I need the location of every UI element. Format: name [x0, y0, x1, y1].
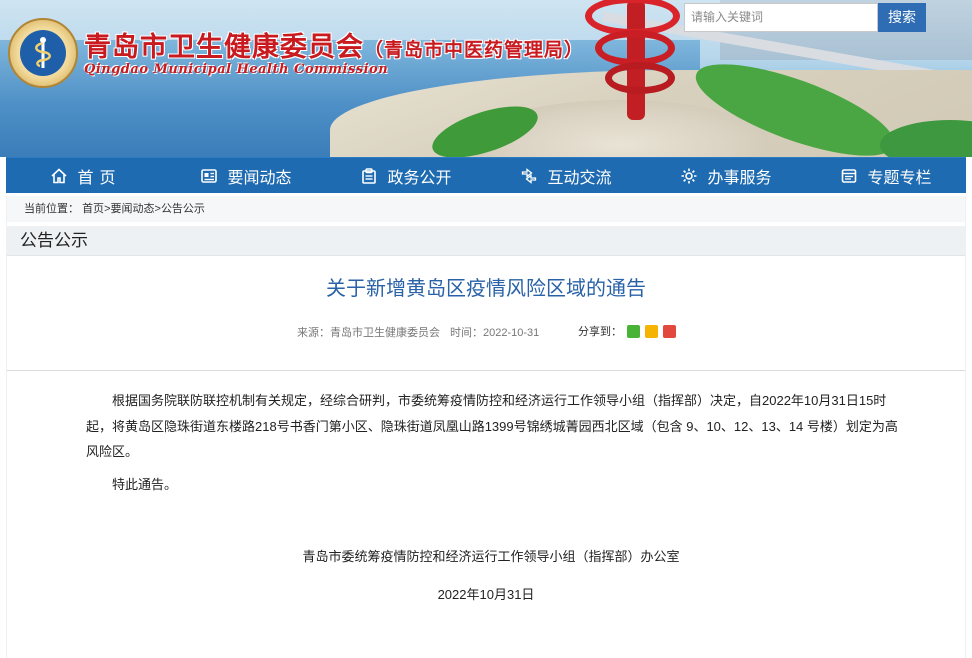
share-bar: 分享到：: [578, 323, 676, 339]
breadcrumb-link-home[interactable]: 首页: [82, 203, 104, 215]
nav-item-home[interactable]: 首页: [6, 158, 166, 193]
article-time: 时间：2022-10-31: [450, 327, 540, 339]
nav-label: 办事服务: [707, 169, 772, 187]
nav-label: 专题专栏: [867, 169, 932, 187]
share-label: 分享到：: [578, 326, 622, 338]
weibo-icon[interactable]: [663, 324, 676, 338]
search-button[interactable]: 搜索: [878, 3, 926, 32]
article-paragraph: 根据国务院联防联控机制有关规定，经综合研判，市委统筹疫情防控和经济运行工作领导小…: [86, 393, 898, 459]
govt-icon: [360, 167, 378, 185]
nav-label: 要闻动态: [227, 169, 292, 187]
breadcrumb: 当前位置： 首页>要闻动态>公告公示: [6, 196, 966, 222]
article-source: 来源：青岛市卫生健康委员会: [297, 327, 440, 339]
breadcrumb-prefix: 当前位置：: [24, 203, 79, 215]
qzone-icon[interactable]: [645, 324, 658, 338]
site-title-english: Qingdao Municipal Health Commission: [84, 62, 389, 77]
site-title-main: 青岛市卫生健康委员会: [84, 32, 364, 63]
header-banner: 青岛市卫生健康委员会（青岛市中医药管理局） Qingdao Municipal …: [0, 0, 972, 157]
site-title[interactable]: 青岛市卫生健康委员会（青岛市中医药管理局）: [84, 25, 584, 64]
nav-item-news[interactable]: 要闻动态: [166, 158, 326, 193]
nav-label: 政务公开: [387, 169, 452, 187]
article-date: 2022年10月31日: [437, 587, 535, 602]
breadcrumb-link-notices[interactable]: 公告公示: [161, 203, 205, 215]
nav-item-interaction[interactable]: 互动交流: [486, 158, 646, 193]
article-meta: 来源：青岛市卫生健康委员会 时间：2022-10-31: [297, 324, 539, 340]
interaction-icon: [520, 167, 538, 185]
divider: [6, 370, 966, 371]
may-wind-sculpture: [575, 0, 695, 140]
wechat-icon[interactable]: [627, 324, 640, 338]
nav-item-topic[interactable]: 专题专栏: [806, 158, 966, 193]
news-icon: [200, 167, 218, 185]
main-nav: 首页 要闻动态 政务公开 互动交流 办事服务 专题专栏: [6, 157, 966, 193]
service-icon: [680, 167, 698, 185]
article-signer: 青岛市委统筹疫情防控和经济运行工作领导小组（指挥部）办公室: [302, 549, 680, 564]
site-title-sub: （青岛市中医药管理局）: [364, 39, 585, 61]
article-container: 关于新增黄岛区疫情风险区域的通告 来源：青岛市卫生健康委员会 时间：2022-10…: [6, 256, 966, 658]
section-title: 公告公示: [6, 226, 966, 256]
nav-label: 互动交流: [547, 169, 612, 187]
topic-icon: [840, 167, 858, 185]
nav-item-govt[interactable]: 政务公开: [326, 158, 486, 193]
nav-label: 首页: [77, 169, 122, 187]
article-closing: 特此通告。: [112, 477, 178, 492]
breadcrumb-link-news[interactable]: 要闻动态: [111, 203, 155, 215]
nav-item-service[interactable]: 办事服务: [646, 158, 806, 193]
home-icon: [50, 167, 68, 185]
health-emblem-icon[interactable]: [8, 18, 78, 88]
search-input[interactable]: 请输入关键词: [684, 3, 878, 32]
article-title: 关于新增黄岛区疫情风险区域的通告: [326, 278, 646, 300]
